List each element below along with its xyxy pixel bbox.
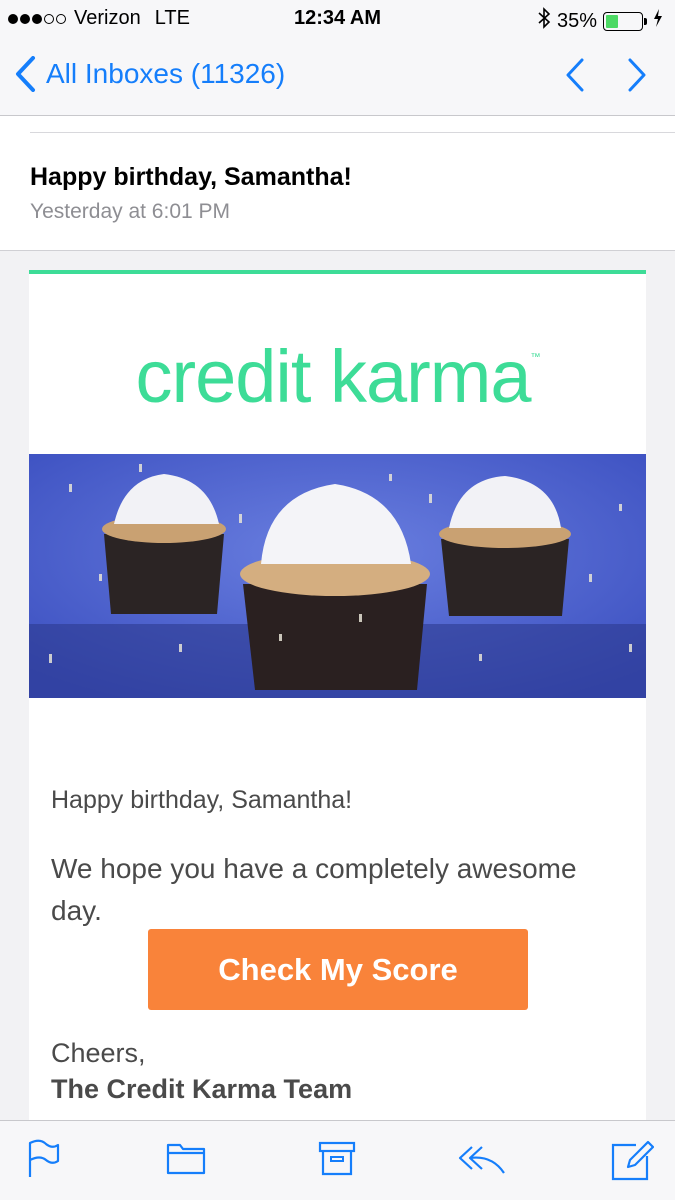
reply-icon[interactable]	[458, 1139, 506, 1182]
logo-text: credit karma	[135, 335, 531, 418]
chevron-left-icon	[16, 56, 35, 92]
network-label: LTE	[154, 7, 190, 29]
message-subject: Happy birthday, Samantha!	[30, 163, 352, 191]
bottom-toolbar	[0, 1120, 675, 1200]
status-bar: Verizon LTE 12:34 AM 35%	[0, 0, 675, 38]
email-signature: The Credit Karma Team	[51, 1074, 353, 1104]
signal-strength-icon	[8, 13, 66, 24]
header-divider	[30, 132, 675, 133]
email-body: credit karma™ Happy birthday, Samantha! …	[29, 270, 646, 1120]
back-button[interactable]: All Inboxes (11326)	[14, 56, 285, 92]
back-button-label: All Inboxes (11326)	[46, 58, 286, 89]
hero-cupcakes-image	[29, 454, 646, 698]
message-date: Yesterday at 6:01 PM	[30, 200, 231, 223]
battery-fill	[606, 14, 618, 28]
chevron-down-icon[interactable]	[627, 58, 647, 97]
message-header: Happy birthday, Samantha! Yesterday at 6…	[0, 116, 675, 251]
status-right: 35%	[537, 7, 663, 35]
battery-icon	[603, 11, 647, 31]
email-message: We hope you have a completely awesome da…	[51, 853, 577, 926]
credit-karma-logo: credit karma™	[29, 334, 646, 419]
bluetooth-icon	[537, 7, 551, 35]
battery-percent: 35%	[556, 9, 597, 32]
archive-icon[interactable]	[318, 1139, 356, 1182]
chevron-up-icon[interactable]	[565, 58, 585, 97]
message-navigation	[565, 58, 647, 97]
status-left: Verizon LTE	[8, 7, 190, 30]
email-signoff: Cheers,	[51, 1038, 146, 1068]
logo-trademark: ™	[530, 352, 541, 363]
compose-icon[interactable]	[610, 1139, 655, 1186]
navigation-bar: All Inboxes (11326)	[0, 38, 675, 116]
check-my-score-button[interactable]: Check My Score	[148, 929, 528, 1010]
email-greeting: Happy birthday, Samantha!	[51, 786, 353, 814]
folder-icon[interactable]	[166, 1139, 206, 1180]
email-top-accent	[29, 270, 646, 274]
carrier-label: Verizon	[74, 7, 141, 29]
charging-bolt-icon	[653, 9, 663, 33]
flag-icon[interactable]	[26, 1139, 60, 1184]
